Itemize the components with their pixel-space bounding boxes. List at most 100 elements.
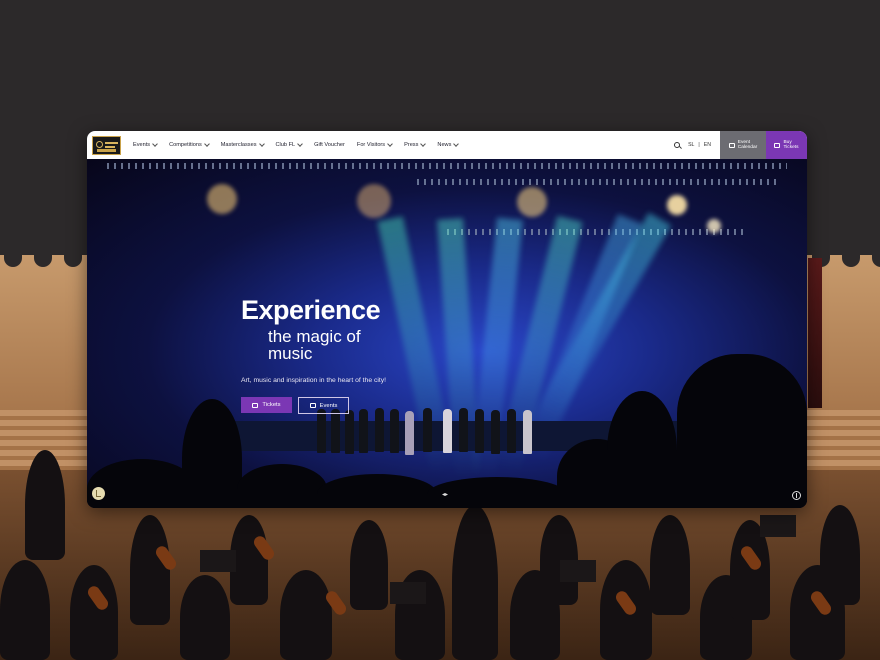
event-calendar-button[interactable]: Event Calendar	[720, 131, 766, 159]
lighting-truss	[447, 229, 747, 235]
media-control[interactable]: ◂▸	[442, 491, 448, 498]
performer	[507, 409, 516, 453]
menu-item-news[interactable]: News	[437, 141, 460, 148]
chevron-down-icon	[297, 141, 303, 147]
hero-subtitle: Art, music and inspiration in the heart …	[241, 377, 387, 384]
lang-en[interactable]: EN	[704, 142, 711, 148]
performer	[523, 410, 532, 454]
menu-item-events[interactable]: Events	[133, 141, 158, 148]
festival-logo[interactable]	[92, 135, 121, 155]
menu-item-label: Masterclasses	[220, 142, 257, 148]
orchestra-player	[70, 565, 118, 660]
menu-item-label: For Visitors	[356, 142, 386, 148]
menu-item-label: Events	[133, 142, 151, 148]
menu-item-for-visitors[interactable]: For Visitors	[356, 141, 393, 148]
music-stand	[390, 582, 426, 604]
music-stand	[760, 515, 796, 537]
hall-wall-left	[0, 255, 88, 425]
menu-item-competitions[interactable]: Competitions	[169, 141, 210, 148]
conductor	[452, 505, 498, 660]
calendar-icon	[728, 142, 735, 148]
chevron-down-icon	[387, 141, 393, 147]
stage-light	[357, 184, 391, 218]
stage-light	[707, 219, 721, 233]
chevron-down-icon	[420, 141, 427, 147]
audience-silhouette	[677, 354, 807, 508]
audience-silhouette	[237, 464, 327, 508]
performer	[359, 409, 368, 453]
menu-item-label: News	[437, 142, 452, 148]
orchestra-player	[350, 520, 388, 610]
tickets-button[interactable]: Tickets	[241, 397, 292, 413]
lang-separator: |	[698, 142, 700, 148]
pause-icon[interactable]	[92, 487, 105, 500]
events-button-label: Events	[319, 402, 338, 409]
performer	[443, 409, 452, 453]
ticket-icon	[774, 142, 781, 148]
logo-mark	[105, 145, 115, 148]
orchestra-player	[180, 575, 230, 660]
search-icon[interactable]	[674, 142, 681, 148]
chevron-down-icon	[453, 141, 460, 147]
website-window: Events Competitions Masterclasses Club F…	[87, 131, 807, 508]
lighting-truss	[107, 163, 787, 169]
lighting-truss	[417, 179, 777, 185]
chevron-down-icon	[152, 141, 158, 147]
menu-item-masterclasses[interactable]: Masterclasses	[220, 141, 265, 148]
buy-tickets-label: Buy Tickets	[783, 140, 798, 150]
ticket-icon	[252, 402, 259, 408]
events-button[interactable]: Events	[298, 397, 349, 414]
music-stand	[560, 560, 596, 582]
calendar-icon	[309, 403, 316, 408]
performer	[345, 410, 354, 454]
top-navigation: Events Competitions Masterclasses Club F…	[87, 131, 807, 159]
orchestra-player	[820, 505, 860, 605]
menu-item-gift-voucher[interactable]: Gift Voucher	[314, 142, 345, 148]
logo-emblem	[96, 140, 103, 148]
audience-silhouette	[87, 459, 197, 508]
performer	[405, 411, 414, 455]
nav-right-group: SL | EN Event Calendar Buy Tickets	[674, 131, 807, 159]
buy-tickets-label-line2: Tickets	[783, 145, 799, 150]
orchestra-player	[280, 570, 332, 660]
performer	[331, 409, 340, 453]
chevron-down-icon	[258, 141, 265, 147]
event-calendar-label-line2: Calendar	[737, 145, 758, 150]
orchestra-player	[0, 560, 50, 660]
performer	[317, 409, 326, 453]
menu-item-label: Competitions	[169, 142, 202, 148]
hero-title-secondary: the magic of music	[268, 327, 361, 363]
orchestra-player	[25, 450, 65, 560]
performer	[459, 408, 468, 452]
hero-section: Experience the magic of music Art, music…	[87, 159, 807, 508]
menu-item-label: Press	[404, 142, 419, 148]
hero-title: Experience	[241, 295, 381, 325]
menu-item-label: Gift Voucher	[314, 142, 345, 148]
stage-light	[517, 187, 547, 217]
tickets-button-label: Tickets	[262, 402, 281, 408]
performer	[491, 410, 500, 454]
logo-mark	[105, 141, 118, 144]
hero-buttons: Tickets Events	[241, 397, 349, 414]
performer	[475, 409, 484, 453]
chevron-down-icon	[203, 141, 210, 147]
menu-item-club-fl[interactable]: Club FL	[276, 141, 303, 148]
menu-item-press[interactable]: Press	[404, 141, 427, 148]
language-switcher: SL | EN	[686, 142, 713, 148]
performer	[423, 408, 432, 452]
lang-sl[interactable]: SL	[688, 142, 694, 148]
performer	[390, 409, 399, 453]
audience-silhouette	[607, 391, 677, 508]
orchestra-player	[130, 515, 170, 625]
stage-light	[207, 184, 237, 214]
orchestra-player	[650, 515, 690, 615]
accessibility-icon[interactable]	[792, 491, 801, 500]
buy-tickets-button[interactable]: Buy Tickets	[766, 131, 807, 159]
main-menu: Events Competitions Masterclasses Club F…	[133, 141, 470, 148]
event-calendar-label: Event Calendar	[738, 140, 757, 150]
logo-base	[97, 148, 116, 152]
stage-light	[667, 195, 687, 215]
music-stand	[200, 550, 236, 572]
audience-silhouette	[182, 399, 242, 508]
performer	[375, 408, 384, 452]
